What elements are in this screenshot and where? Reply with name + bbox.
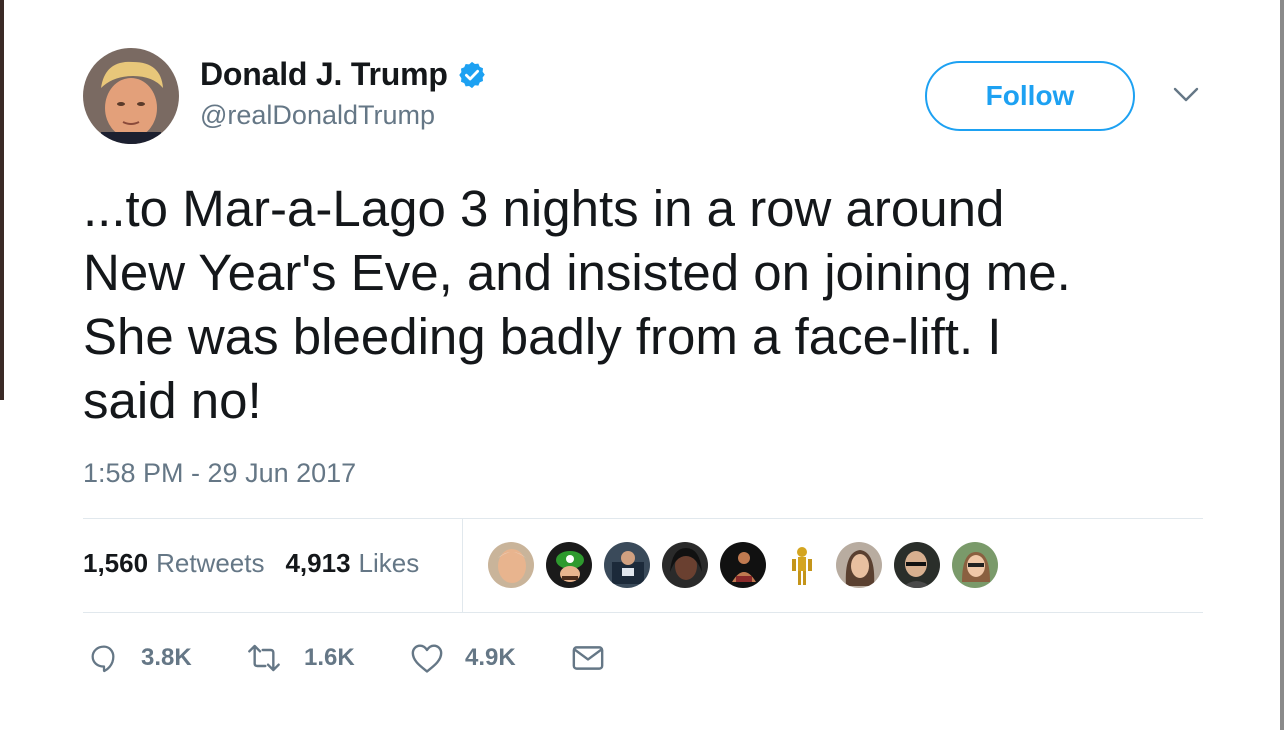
liker-avatar[interactable] (893, 541, 941, 589)
author-name-row: Donald J. Trump (200, 56, 487, 93)
author-handle[interactable]: @realDonaldTrump (200, 100, 435, 131)
retweets-count: 1,560 (83, 548, 149, 578)
liker-avatar[interactable] (719, 541, 767, 589)
liker-avatar[interactable] (545, 541, 593, 589)
retweets-label: Retweets (156, 548, 265, 578)
envelope-icon (571, 643, 605, 673)
liker-avatar[interactable] (951, 541, 999, 589)
heart-icon (410, 642, 444, 674)
liker-avatar[interactable] (603, 541, 651, 589)
reply-count: 3.8K (141, 644, 192, 671)
reply-icon (88, 642, 120, 674)
divider (83, 518, 1203, 519)
tweet-header: Donald J. Trump @realDonaldTrump Follow (83, 48, 1203, 148)
retweets-stat[interactable]: 1,560 Retweets (83, 548, 264, 579)
liker-avatar[interactable] (487, 541, 535, 589)
verified-badge-icon (457, 60, 487, 90)
stats-divider (462, 519, 463, 612)
likes-label: Likes (358, 548, 420, 578)
retweet-button[interactable]: 1.6K (245, 638, 355, 678)
chevron-down-icon[interactable] (1173, 86, 1199, 104)
liker-avatar[interactable] (835, 541, 883, 589)
tweet-stats: 1,560 Retweets 4,913 Likes (83, 548, 419, 579)
likes-count: 4,913 (285, 548, 351, 578)
window-edge-right (1280, 0, 1284, 730)
retweet-count: 1.6K (304, 644, 355, 671)
direct-message-button[interactable] (571, 638, 605, 678)
retweet-icon (245, 642, 283, 674)
tweet-timestamp[interactable]: 1:58 PM - 29 Jun 2017 (83, 458, 356, 489)
like-button[interactable]: 4.9K (410, 638, 516, 678)
liker-avatar[interactable] (777, 541, 825, 589)
window-edge-left (0, 0, 4, 400)
author-display-name[interactable]: Donald J. Trump (200, 56, 448, 93)
tweet-text: ...to Mar-a-Lago 3 nights in a row aroun… (83, 180, 1071, 429)
liker-avatar[interactable] (661, 541, 709, 589)
like-count: 4.9K (465, 644, 516, 671)
follow-button[interactable]: Follow (925, 61, 1135, 131)
reply-button[interactable]: 3.8K (88, 638, 192, 678)
divider (83, 612, 1203, 613)
author-avatar[interactable] (83, 48, 179, 144)
tweet-card: Donald J. Trump @realDonaldTrump Follow … (83, 0, 1203, 730)
likes-stat[interactable]: 4,913 Likes (285, 548, 419, 579)
